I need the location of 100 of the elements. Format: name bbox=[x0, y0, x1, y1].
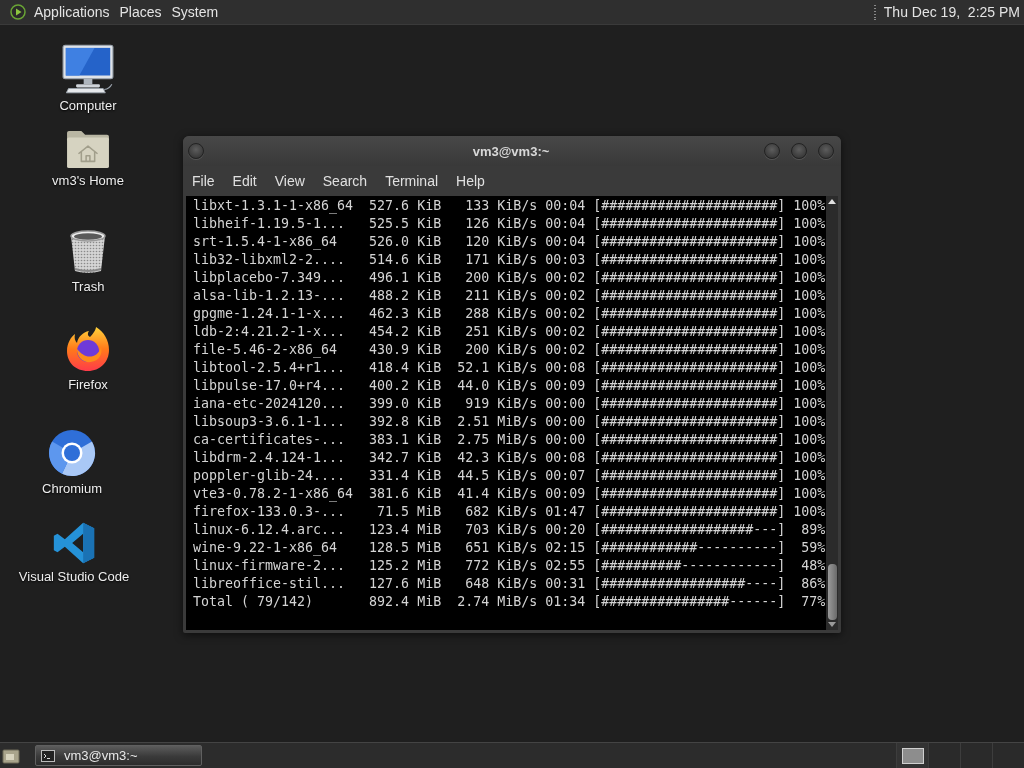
progress-bar-text: [######################] bbox=[593, 323, 786, 341]
progress-bar-text: [######################] bbox=[593, 431, 786, 449]
taskbar-window-button[interactable]: vm3@vm3:~ bbox=[35, 745, 202, 766]
package-name: alsa-lib-1.2.13-... bbox=[193, 287, 347, 305]
download-size: 127.6 MiB bbox=[369, 575, 442, 593]
shortcut-label[interactable]: vm3's Home bbox=[52, 173, 124, 189]
panel-grip-icon[interactable] bbox=[873, 4, 876, 20]
progress-bar-text: [##################----] bbox=[593, 575, 786, 593]
menu-item[interactable]: Search bbox=[313, 168, 377, 194]
progress-bar-text: [######################] bbox=[593, 449, 786, 467]
time-text: 00:09 bbox=[545, 485, 586, 503]
time-text: 00:00 bbox=[545, 395, 586, 413]
percent-text: 100% bbox=[793, 287, 826, 305]
download-size: 392.8 KiB bbox=[369, 413, 442, 431]
time-text: 00:20 bbox=[545, 521, 586, 539]
percent-text: 100% bbox=[793, 215, 826, 233]
time-text: 00:02 bbox=[545, 341, 586, 359]
progress-bar-text: [######################] bbox=[593, 233, 786, 251]
panel-clock[interactable]: Thu Dec 19, 2:25 PM bbox=[883, 4, 1020, 20]
percent-text: 100% bbox=[793, 503, 826, 521]
progress-bar-text: [######################] bbox=[593, 287, 786, 305]
download-size: 892.4 MiB bbox=[369, 593, 442, 611]
time-text: 00:09 bbox=[545, 377, 586, 395]
panel-menu[interactable]: Places bbox=[114, 0, 167, 24]
transfer-rate: 171 KiB/s bbox=[464, 251, 538, 269]
scroll-down-arrow-icon[interactable] bbox=[828, 622, 836, 627]
percent-text: 100% bbox=[793, 431, 826, 449]
download-size: 514.6 KiB bbox=[369, 251, 442, 269]
percent-text: 100% bbox=[793, 413, 826, 431]
package-name: firefox-133.0.3-... bbox=[193, 503, 347, 521]
percent-text: 100% bbox=[793, 449, 826, 467]
scroll-up-arrow-icon[interactable] bbox=[828, 199, 836, 204]
package-name: Total ( 79/142) bbox=[193, 593, 315, 611]
panel-menu[interactable]: System bbox=[166, 0, 224, 24]
scroll-thumb[interactable] bbox=[827, 564, 837, 620]
download-size: 381.6 KiB bbox=[369, 485, 442, 503]
flame-globe-icon[interactable] bbox=[64, 325, 112, 373]
transfer-rate: 648 KiB/s bbox=[464, 575, 538, 593]
download-size: 418.4 KiB bbox=[369, 359, 442, 377]
time-text: 00:04 bbox=[545, 233, 586, 251]
transfer-rate: 41.4 KiB/s bbox=[457, 485, 538, 503]
terminal-icon bbox=[41, 749, 55, 762]
percent-text: 100% bbox=[793, 251, 826, 269]
download-size: 125.2 MiB bbox=[369, 557, 442, 575]
menu-item[interactable]: Edit bbox=[223, 168, 266, 194]
percent-text: 100% bbox=[793, 359, 826, 377]
progress-bar-text: [######################] bbox=[593, 359, 786, 377]
menu-logo-icon[interactable] bbox=[10, 4, 26, 20]
progress-bar-text: [######################] bbox=[593, 413, 786, 431]
menu-item[interactable]: View bbox=[265, 168, 314, 194]
shortcut-label[interactable]: Computer bbox=[59, 98, 117, 114]
progress-bar-text: [######################] bbox=[593, 269, 786, 287]
percent-text: 100% bbox=[793, 305, 826, 323]
progress-bar-text: [################------] bbox=[593, 593, 786, 611]
package-name: libplacebo-7.349... bbox=[193, 269, 347, 287]
menu-item[interactable]: Terminal bbox=[376, 168, 448, 194]
progress-bar-text: [######################] bbox=[593, 395, 786, 413]
shortcut-label[interactable]: Visual Studio Code bbox=[18, 569, 130, 585]
show-desktop-icon[interactable] bbox=[2, 746, 20, 765]
shortcut-label[interactable]: Chromium bbox=[42, 481, 102, 497]
download-size: 400.2 KiB bbox=[369, 377, 442, 395]
download-size: 454.2 KiB bbox=[369, 323, 442, 341]
transfer-rate: 42.3 KiB/s bbox=[457, 449, 538, 467]
package-name: file-5.46-2-x86_64 bbox=[193, 341, 339, 359]
transfer-rate: 200 KiB/s bbox=[464, 269, 538, 287]
ribbon-logo-icon[interactable] bbox=[52, 521, 96, 565]
monitor-icon[interactable] bbox=[62, 44, 114, 94]
package-name: libdrm-2.4.124-1... bbox=[193, 449, 347, 467]
transfer-rate: 2.51 MiB/s bbox=[457, 413, 538, 431]
menu-item[interactable]: File bbox=[183, 168, 224, 194]
package-name: srt-1.5.4-1-x86_64 bbox=[193, 233, 339, 251]
window-thumbnail-icon bbox=[901, 747, 924, 764]
package-name: libpulse-17.0+r4... bbox=[193, 377, 347, 395]
home-folder-icon[interactable] bbox=[65, 129, 111, 169]
progress-bar-text: [######################] bbox=[593, 341, 786, 359]
package-name: poppler-glib-24.... bbox=[193, 467, 347, 485]
progress-bar-text: [######################] bbox=[593, 251, 786, 269]
trash-bin-icon[interactable] bbox=[68, 229, 108, 275]
time-text: 02:55 bbox=[545, 557, 586, 575]
progress-bar-text: [############----------] bbox=[593, 539, 786, 557]
package-name: libsoup3-3.6.1-1... bbox=[193, 413, 347, 431]
shortcut-label[interactable]: Firefox bbox=[68, 377, 108, 393]
ring-logo-icon[interactable] bbox=[48, 429, 96, 477]
transfer-rate: 44.5 KiB/s bbox=[457, 467, 538, 485]
menu-item[interactable]: Help bbox=[447, 168, 494, 194]
time-text: 01:47 bbox=[545, 503, 586, 521]
workspace-cell[interactable] bbox=[896, 743, 928, 768]
shortcut-label[interactable]: Trash bbox=[71, 279, 105, 295]
panel-menu[interactable]: Applications bbox=[29, 0, 115, 24]
time-text: 00:02 bbox=[545, 269, 586, 287]
percent-text: 100% bbox=[793, 377, 826, 395]
percent-text: 100% bbox=[793, 467, 826, 485]
time-text: 00:04 bbox=[545, 197, 586, 215]
time-text: 00:08 bbox=[545, 359, 586, 377]
package-name: lib32-libxml2-2.... bbox=[193, 251, 347, 269]
transfer-rate: 251 KiB/s bbox=[464, 323, 538, 341]
percent-text: 86% bbox=[800, 575, 826, 593]
download-size: 496.1 KiB bbox=[369, 269, 442, 287]
transfer-rate: 919 KiB/s bbox=[464, 395, 538, 413]
time-text: 00:03 bbox=[545, 251, 586, 269]
